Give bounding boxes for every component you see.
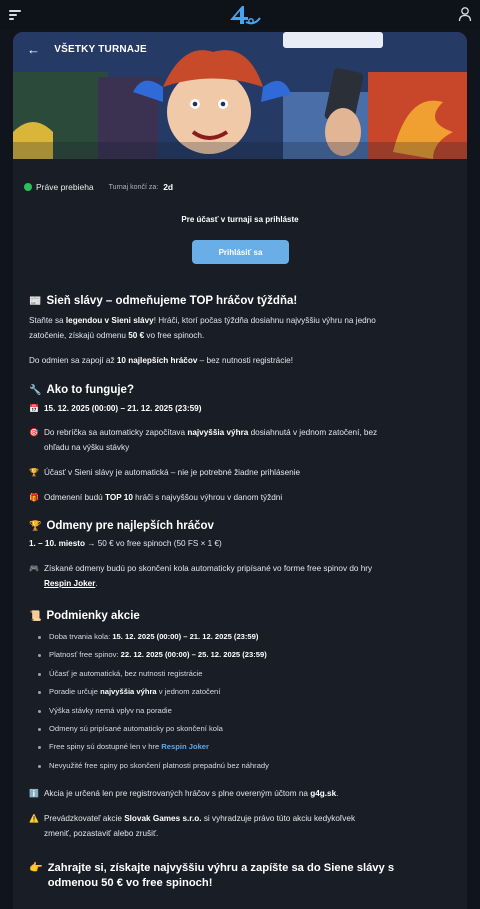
conditions-heading: 📜 Podmienky akcie (29, 610, 140, 622)
tournament-banner: ← VŠETKY TURNAJE (13, 32, 467, 159)
info-icon: ℹ️ (29, 789, 39, 799)
back-to-tournaments[interactable]: ← VŠETKY TURNAJE (27, 41, 147, 57)
how-rule-1: 🎯 Do rebríčka sa automaticky započítava … (29, 425, 459, 455)
rewards-note: 🎮 Získané odmeny budú po skončení kola a… (29, 561, 459, 591)
trophy-icon: 🏆 (29, 468, 39, 477)
target-icon: 🎯 (29, 428, 39, 437)
trophy-board-icon: 📰 (29, 296, 42, 307)
live-dot-icon (24, 183, 32, 191)
list-item: Platnosť free spinov: 22. 12. 2025 (00:0… (37, 646, 459, 664)
rewards-heading: 🏆 Odmeny pre najlepších hráčov (29, 520, 214, 532)
list-item: Odmeny sú pripísané automaticky po skonč… (37, 720, 459, 738)
final-callout: 👉 Zahrajte si, získajte najvyššiu výhru … (29, 862, 395, 890)
conditions-list: Doba trvania kola: 15. 12. 2025 (00:00) … (29, 628, 459, 775)
login-button[interactable]: Prihlásiť sa (192, 240, 289, 264)
list-item: Poradie určuje najvyššia výhra v jednom … (37, 683, 459, 701)
intro-paragraph: Staňte sa legendou v Sieni slávy! Hráči,… (29, 316, 376, 340)
back-label: VŠETKY TURNAJE (54, 44, 147, 55)
list-item: Nevyužité free spiny po skončení platnos… (37, 757, 459, 775)
list-item: Free spiny sú dostupné len v hre Respin … (37, 738, 459, 756)
how-rule-3: 🎁 Odmenení budú TOP 10 hráči s najvyššou… (29, 490, 459, 505)
list-item: Účasť je automatická, bez nutnosti regis… (37, 665, 459, 683)
tournament-card: ← VŠETKY TURNAJE Práve prebieha Turnaj k… (13, 32, 467, 909)
intro-heading: 📰 Sieň slávy – odmeňujeme TOP hráčov týž… (29, 295, 298, 307)
pointing-hand-icon: 👉 (29, 862, 43, 875)
respin-joker-link[interactable]: Respin Joker (161, 742, 209, 751)
how-rule-2: 🏆 Účasť v Sieni slávy je automatická – n… (29, 465, 459, 480)
status-live-label: Práve prebieha (36, 182, 94, 192)
trophy-icon: 🏆 (29, 521, 42, 532)
warning-note: ⚠️ Prevádzkovateľ akcie Slovak Games s.r… (29, 811, 459, 841)
ends-label: Turnaj končí za: (108, 183, 159, 191)
calendar-icon: 📅 (29, 404, 39, 413)
tournament-description: 📰 Sieň slávy – odmeňujeme TOP hráčov týž… (29, 294, 459, 891)
scroll-icon: 📜 (29, 611, 42, 622)
rewards-line: 1. – 10. miesto → 50 € vo free spinoch (… (29, 539, 222, 548)
login-note: Pre účasť v turnaji sa prihláste (181, 215, 299, 224)
logo[interactable] (226, 2, 262, 28)
top-bar (0, 0, 480, 30)
how-heading: 🔧 Ako to funguje? (29, 384, 134, 396)
gift-icon: 🎁 (29, 493, 39, 502)
warning-icon: ⚠️ (29, 814, 39, 824)
info-note: ℹ️ Akcia je určená len pre registrovanýc… (29, 786, 459, 801)
back-arrow-icon: ← (27, 41, 41, 57)
hamburger-icon[interactable] (9, 10, 21, 20)
list-item: Doba trvania kola: 15. 12. 2025 (00:00) … (37, 628, 459, 646)
list-item: Výška stávky nemá vplyv na poradie (37, 702, 459, 720)
respin-joker-link[interactable]: Respin Joker (44, 579, 95, 588)
how-dates: 📅 15. 12. 2025 (00:00) – 21. 12. 2025 (2… (29, 401, 459, 416)
wrench-icon: 🔧 (29, 385, 42, 396)
ends-value: 2d (163, 182, 174, 192)
tournament-status: Práve prebieha Turnaj končí za: 2d (24, 182, 173, 192)
user-icon[interactable] (457, 6, 473, 22)
gamepad-icon: 🎮 (29, 564, 39, 573)
intro-paragraph-2: Do odmien sa zapojí až 10 najlepších hrá… (29, 356, 293, 365)
